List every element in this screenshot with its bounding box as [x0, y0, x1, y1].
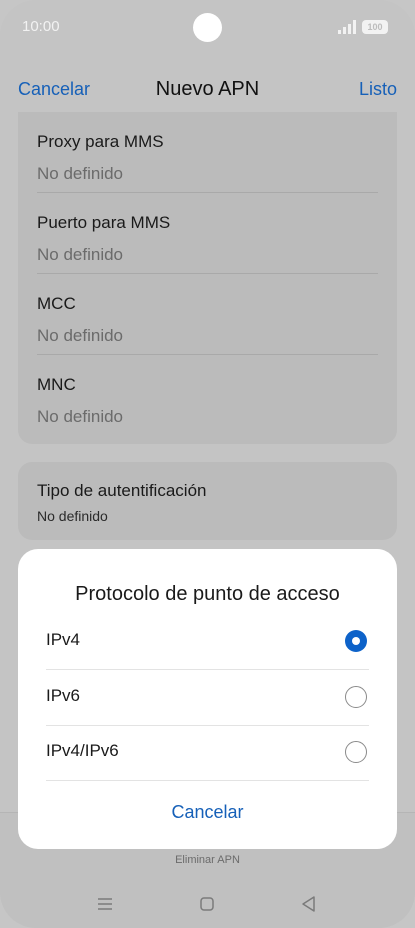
- field-value: No definido: [37, 164, 124, 183]
- status-time: 10:00: [22, 18, 60, 35]
- field-value: No definido: [37, 326, 124, 345]
- signal-icon: [338, 20, 356, 34]
- option-label: IPv4: [46, 630, 81, 649]
- option-label: IPv4/IPv6: [46, 741, 119, 760]
- header: Cancelar Nuevo APN Listo: [0, 70, 415, 110]
- field-mcc[interactable]: MCC No definido: [37, 274, 378, 355]
- field-label: Puerto para MMS: [37, 213, 171, 232]
- field-label: Proxy para MMS: [37, 132, 164, 151]
- field-mms-proxy[interactable]: Proxy para MMS No definido: [37, 112, 378, 193]
- radio-unselected-icon[interactable]: [345, 741, 367, 763]
- camera-cutout: [193, 13, 222, 42]
- auth-type-label: Tipo de autentificación: [37, 481, 207, 500]
- menu-icon[interactable]: [93, 893, 117, 915]
- field-value: No definido: [37, 407, 124, 426]
- field-mms-port[interactable]: Puerto para MMS No definido: [37, 193, 378, 274]
- apn-settings-card: Proxy para MMS No definido Puerto para M…: [18, 112, 397, 444]
- page-title: Nuevo APN: [155, 78, 260, 100]
- radio-selected-icon[interactable]: [345, 630, 367, 652]
- option-ipv4[interactable]: IPv4: [46, 614, 369, 670]
- auth-type-value: No definido: [37, 508, 108, 524]
- dialog-title: Protocolo de punto de acceso: [75, 583, 340, 605]
- field-mnc[interactable]: MNC No definido: [37, 355, 378, 436]
- option-label: IPv6: [46, 686, 81, 705]
- dialog-cancel-button[interactable]: Cancelar: [18, 802, 397, 823]
- radio-unselected-icon[interactable]: [345, 686, 367, 708]
- battery-icon: 100: [362, 20, 388, 34]
- field-value: No definido: [37, 245, 124, 264]
- protocol-dialog: Protocolo de punto de acceso IPv4 IPv6 I…: [18, 549, 397, 849]
- field-label: MNC: [37, 375, 76, 394]
- back-icon[interactable]: [297, 893, 321, 915]
- status-bar: 10:00 100: [0, 0, 415, 56]
- option-ipv4-ipv6[interactable]: IPv4/IPv6: [46, 725, 369, 781]
- option-ipv6[interactable]: IPv6: [46, 670, 369, 726]
- divider: [46, 780, 369, 781]
- delete-apn-button[interactable]: Eliminar APN: [0, 854, 415, 866]
- header-done-button[interactable]: Listo: [359, 79, 397, 100]
- screen: 10:00 100 Cancelar Nuevo APN Listo Proxy…: [0, 0, 415, 928]
- home-icon[interactable]: [195, 893, 219, 915]
- field-label: MCC: [37, 294, 76, 313]
- auth-type-card[interactable]: Tipo de autentificación No definido: [18, 462, 397, 540]
